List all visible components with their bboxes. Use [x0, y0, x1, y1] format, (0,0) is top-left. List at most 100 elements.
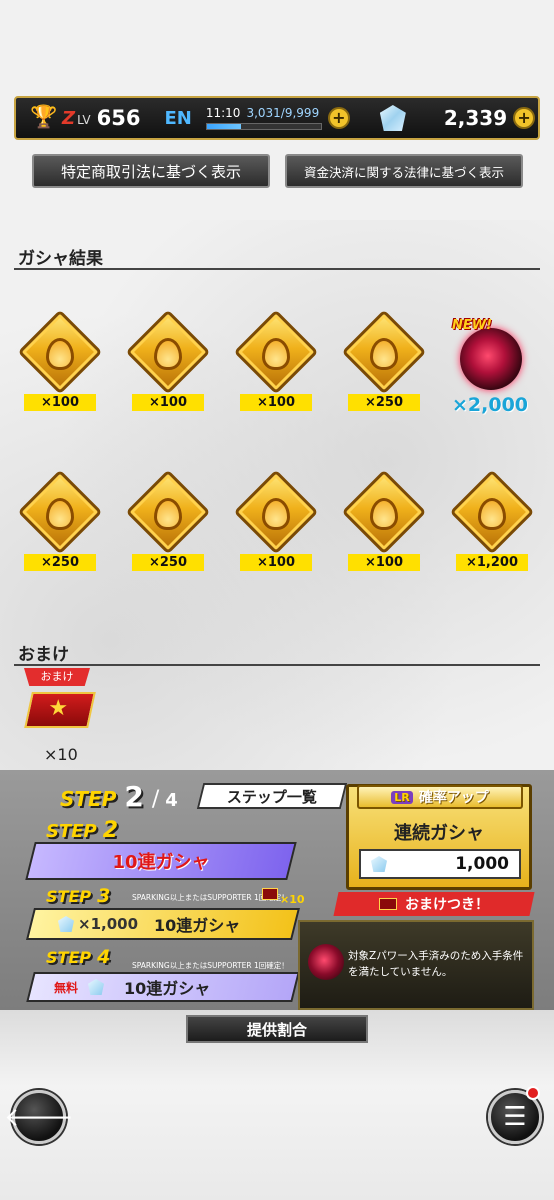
level-label: LV — [77, 113, 91, 127]
item-amount: ×100 — [24, 394, 96, 411]
item-amount: ×100 — [240, 554, 312, 571]
result-item[interactable]: ×250 — [341, 309, 427, 416]
payment-services-button[interactable]: 資金決済に関する法律に基づく表示 — [285, 154, 523, 188]
step4-free-label: 無料 — [54, 980, 79, 995]
notification-dot — [526, 1086, 540, 1100]
step-total: 4 — [165, 790, 178, 811]
step4-note: SPARKING以上またはSUPPORTER 1回確定！ — [132, 961, 289, 970]
step3-gacha-bar[interactable]: ×1,000 10連ガシャ — [26, 908, 300, 940]
step-current: 2 — [124, 780, 144, 813]
result-item[interactable]: ×100 — [125, 309, 211, 416]
crystal-icon — [58, 916, 74, 932]
energy-timer: 11:10 — [205, 106, 241, 120]
ticket-icon[interactable]: ★ — [24, 692, 96, 728]
item-amount: ×100 — [132, 394, 204, 411]
energy-bar-fill — [206, 124, 242, 129]
flame-icon — [154, 338, 182, 370]
gacha-result-title: ガシャ結果 — [18, 249, 103, 269]
step-progress: STEP 2 / 4 — [60, 780, 178, 813]
flame-icon — [262, 498, 290, 530]
add-crystal-button[interactable]: + — [513, 107, 536, 129]
crystal-icon — [379, 105, 406, 131]
result-item[interactable]: ×100 — [17, 309, 103, 416]
step4-number: 4 — [97, 946, 111, 968]
result-character[interactable]: NEW! ×2,000 — [448, 318, 538, 418]
result-item[interactable]: ×1,200 — [449, 469, 535, 576]
player-status-bar: 🏆 Z LV 656 EN 11:10 3,031/9,999 + 2,339 … — [14, 96, 540, 140]
item-amount: ×100 — [240, 394, 312, 411]
item-amount: ×250 — [24, 554, 96, 571]
level-value: 656 — [96, 106, 141, 130]
omake-tag: おまけ — [24, 668, 90, 686]
step4-gacha-bar[interactable]: 無料 10連ガシャ — [26, 972, 300, 1002]
back-button[interactable]: 🡐 — [4, 1090, 74, 1144]
step-word: STEP — [46, 887, 92, 906]
crystal-icon — [88, 979, 104, 995]
section-divider — [14, 268, 540, 270]
step2-number: 2 — [102, 818, 119, 843]
z-power-notice: 対象Zパワー入手済みのため入手条件を満たしていません。 — [298, 920, 534, 1010]
multi-summon-button[interactable]: LR 確率アップ 連続ガシャ 1,000 — [346, 784, 532, 890]
back-arrow-icon: 🡐 — [4, 1102, 74, 1133]
price-value: 1,000 — [455, 854, 509, 874]
flame-icon — [370, 498, 398, 530]
add-energy-button[interactable]: + — [327, 107, 350, 129]
result-item[interactable]: ×100 — [233, 309, 319, 416]
result-item[interactable]: ×100 — [341, 469, 427, 576]
flame-icon — [262, 338, 290, 370]
flame-icon — [370, 338, 398, 370]
step3-number: 3 — [97, 885, 111, 907]
energy-bar — [205, 123, 322, 130]
notice-text: 対象Zパワー入手済みのため入手条件を満たしていません。 — [348, 950, 524, 978]
new-badge: NEW! — [452, 318, 493, 333]
result-item[interactable]: ×250 — [125, 469, 211, 576]
item-amount: ×250 — [132, 554, 204, 571]
rate-up-header: LR 確率アップ — [357, 785, 523, 809]
step-word: STEP — [60, 787, 117, 811]
multi-summon-price: 1,000 — [359, 849, 521, 879]
step4-gacha-label: 10連ガシャ — [124, 979, 211, 998]
step2-gacha-bar[interactable]: 10連ガシャ — [25, 842, 297, 880]
character-portrait-icon — [308, 944, 344, 980]
step3-label: STEP 3 — [46, 885, 110, 907]
item-amount: ×100 — [348, 554, 420, 571]
result-item[interactable]: ×100 — [233, 469, 319, 576]
flame-icon — [478, 498, 506, 530]
omake-included-label: おまけつき！ — [405, 897, 489, 913]
step-word: STEP — [46, 821, 97, 842]
energy-meter: 11:10 3,031/9,999 — [205, 106, 322, 130]
rate-up-label: 確率アップ — [418, 790, 489, 806]
z-mark: Z — [62, 107, 76, 129]
step2-label: STEP 2 — [46, 818, 118, 843]
omake-included-banner: おまけつき！ — [333, 892, 535, 916]
ticket-mini-icon — [262, 888, 278, 900]
multi-summon-title: 連続ガシャ — [394, 823, 484, 844]
step3-gacha-label: 10連ガシャ — [154, 916, 241, 935]
crystal-count: 2,339 — [443, 106, 508, 130]
section-divider — [14, 664, 540, 666]
step-separator: / — [151, 787, 160, 812]
step3-price: ×1,000 — [78, 915, 139, 933]
flame-icon — [46, 338, 74, 370]
commercial-transactions-button[interactable]: 特定商取引法に基づく表示 — [32, 154, 270, 188]
step-list-label: ステップ一覧 — [226, 787, 317, 806]
step-list-button[interactable]: ステップ一覧 — [196, 783, 348, 809]
step4-label: STEP 4 — [46, 946, 110, 968]
lr-badge: LR — [391, 790, 413, 804]
ticket-mini-icon — [379, 898, 397, 910]
trophy-icon: 🏆 — [30, 105, 58, 130]
energy-label: EN — [164, 107, 192, 129]
omake-title: おまけ — [18, 645, 69, 665]
menu-icon: ☰ — [503, 1102, 527, 1132]
result-item[interactable]: ×250 — [17, 469, 103, 576]
star-icon: ★ — [48, 696, 69, 721]
energy-count: 3,031/9,999 — [246, 106, 320, 120]
step2-gacha-label: 10連ガシャ — [112, 852, 210, 873]
omake-count: ×10 — [44, 745, 78, 764]
drop-rates-button[interactable]: 提供割合 — [186, 1015, 368, 1043]
step3-bonus: ×10 — [280, 893, 305, 906]
item-amount: ×250 — [348, 394, 420, 411]
crystal-icon — [371, 856, 387, 872]
character-amount: ×2,000 — [452, 394, 529, 416]
step-word: STEP — [46, 948, 92, 967]
